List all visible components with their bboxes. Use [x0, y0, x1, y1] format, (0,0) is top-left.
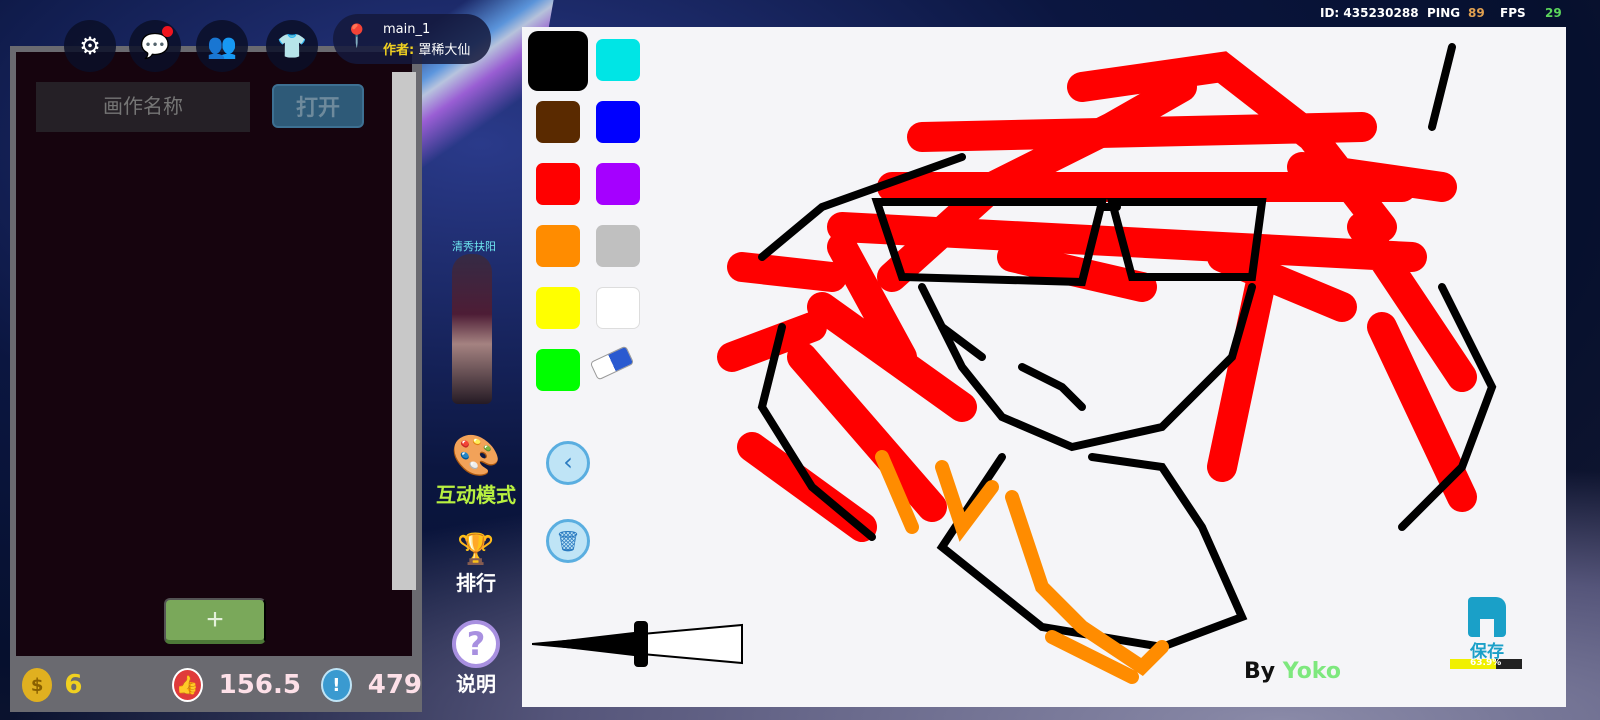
ping-value: 89	[1468, 6, 1485, 20]
color-swatch[interactable]	[596, 287, 640, 329]
save-button[interactable]: 保存	[1462, 597, 1512, 662]
ping-label: PING	[1427, 6, 1461, 20]
add-button[interactable]: +	[164, 598, 266, 644]
color-swatch[interactable]	[536, 225, 580, 267]
palette-icon: 🎨	[451, 433, 501, 479]
question-icon: ?	[452, 620, 500, 668]
map-name: main_1	[383, 22, 431, 37]
author-label: 作者:	[383, 43, 415, 58]
ranking-button[interactable]: 🏆 排行	[430, 532, 522, 596]
color-swatch[interactable]	[536, 349, 580, 391]
coin-icon: $	[22, 668, 53, 702]
thumbs-up-icon: 👍	[171, 668, 203, 702]
map-info[interactable]: 📍 main_1 作者: 罩稀大仙	[333, 14, 491, 64]
map-pin-icon: 📍	[343, 24, 371, 49]
scrollbar[interactable]	[392, 72, 416, 590]
author-name: 罩稀大仙	[418, 43, 471, 58]
color-swatch[interactable]	[596, 163, 640, 205]
shirt-swap-icon: 👕	[277, 32, 307, 60]
signature-name: Yoko	[1282, 659, 1341, 684]
report-count: 479	[367, 670, 423, 700]
signature-by: By	[1244, 659, 1276, 684]
eraser-tool[interactable]	[589, 345, 635, 381]
color-swatch[interactable]	[536, 287, 580, 329]
color-swatch[interactable]	[596, 39, 640, 81]
drawing-canvas[interactable]: ‹ 🗑 By Yoko 保存 63.9%	[522, 27, 1566, 707]
chat-button[interactable]: 💬	[129, 20, 181, 72]
fps-value: 29	[1545, 6, 1562, 20]
save-progress-bar: 63.9%	[1450, 658, 1522, 669]
open-button[interactable]: 打开	[272, 84, 364, 128]
podium-icon: 🏆	[457, 532, 495, 567]
like-count: 156.5	[218, 670, 301, 700]
trash-icon: 🗑	[555, 529, 581, 553]
friends-button[interactable]: 👥	[196, 20, 248, 72]
chevron-left-icon: ‹	[563, 448, 573, 476]
artwork-panel: 打开 + $ 6 👍 156.5 ! 479	[10, 46, 422, 712]
color-swatch[interactable]	[536, 163, 580, 205]
exclamation-icon: !	[320, 668, 352, 702]
artwork-drawing	[717, 43, 1497, 684]
notification-dot	[162, 26, 173, 37]
artwork-name-input[interactable]	[36, 82, 250, 132]
slider-handle	[634, 621, 648, 667]
stats-bar: $ 6 👍 156.5 ! 479	[10, 658, 422, 712]
gear-icon: ⚙	[79, 32, 101, 60]
player-avatar[interactable]	[452, 254, 492, 404]
settings-button[interactable]: ⚙	[64, 20, 116, 72]
people-icon: 👥	[207, 32, 237, 60]
clear-button[interactable]: 🗑	[546, 519, 590, 563]
color-swatch[interactable]	[528, 31, 588, 91]
interact-mode-button[interactable]: 🎨 互动模式	[430, 432, 522, 508]
color-swatch[interactable]	[596, 101, 640, 143]
player-name: 清秀扶阳	[452, 240, 496, 253]
help-button[interactable]: ? 说明	[430, 620, 522, 697]
outfit-button[interactable]: 👕	[266, 20, 318, 72]
floppy-disk-icon	[1468, 597, 1506, 637]
color-swatch[interactable]	[536, 101, 580, 143]
color-swatch[interactable]	[596, 225, 640, 267]
coin-count: 6	[64, 670, 83, 700]
player-id: ID: 435230288	[1320, 6, 1419, 20]
save-progress-text: 63.9%	[1470, 658, 1502, 668]
undo-button[interactable]: ‹	[546, 441, 590, 485]
artwork-list: 打开 +	[16, 52, 416, 656]
fps-label: FPS	[1500, 6, 1526, 20]
